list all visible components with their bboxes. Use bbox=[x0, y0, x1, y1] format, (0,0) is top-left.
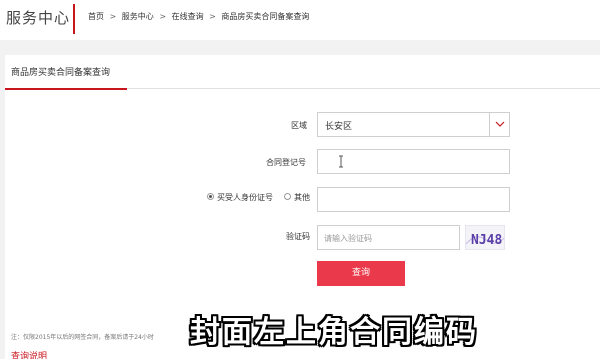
brand-title: 服务中心 bbox=[6, 9, 71, 27]
text-cursor-icon bbox=[339, 155, 343, 168]
contract-no-label: 合同登记号 bbox=[266, 158, 306, 167]
brand-divider bbox=[73, 4, 75, 34]
query-button[interactable]: 查询 bbox=[317, 261, 405, 286]
district-select[interactable]: 长安区 bbox=[317, 112, 510, 137]
breadcrumb: 首页 > 服务中心 > 在线查询 > 商品房买卖合同备案查询 bbox=[88, 11, 309, 22]
breadcrumb-separator: > bbox=[159, 12, 167, 21]
contract-no-input[interactable] bbox=[317, 149, 510, 174]
bottom-tab-label[interactable]: 查询说明 bbox=[11, 349, 47, 359]
breadcrumb-current: 商品房买卖合同备案查询 bbox=[221, 12, 310, 21]
district-label: 区域 bbox=[291, 121, 307, 130]
breadcrumb-online-query[interactable]: 在线查询 bbox=[172, 12, 204, 21]
captcha-text: NJ48 bbox=[471, 233, 502, 248]
id-number-input[interactable] bbox=[317, 187, 510, 212]
radio-other[interactable] bbox=[284, 193, 291, 200]
tab-contract-query[interactable]: 商品房买卖合同备案查询 bbox=[5, 55, 127, 90]
radio-buyer-id-label[interactable]: 买受人身份证号 bbox=[217, 192, 273, 203]
captcha-placeholder: 请输入验证码 bbox=[324, 234, 372, 243]
video-subtitle: 封面左上角合同编码 bbox=[190, 315, 478, 350]
chevron-down-icon bbox=[495, 121, 505, 127]
breadcrumb-service-center[interactable]: 服务中心 bbox=[122, 12, 154, 21]
district-value: 长安区 bbox=[325, 122, 353, 132]
radio-other-label[interactable]: 其他 bbox=[294, 192, 310, 203]
captcha-graphic: NJ48 bbox=[466, 233, 504, 248]
captcha-image[interactable]: NJ48 bbox=[465, 225, 505, 250]
captcha-label: 验证码 bbox=[286, 232, 310, 241]
breadcrumb-separator: > bbox=[209, 12, 216, 21]
breadcrumb-home[interactable]: 首页 bbox=[88, 12, 104, 21]
page-header: 服务中心 首页 > 服务中心 > 在线查询 > 商品房买卖合同备案查询 bbox=[0, 0, 600, 40]
captcha-input[interactable]: 请输入验证码 bbox=[317, 225, 460, 250]
breadcrumb-separator: > bbox=[109, 12, 117, 21]
select-arrow[interactable] bbox=[489, 113, 509, 136]
radio-buyer-id[interactable] bbox=[207, 193, 214, 200]
tab-bar: 商品房买卖合同备案查询 bbox=[5, 55, 600, 90]
